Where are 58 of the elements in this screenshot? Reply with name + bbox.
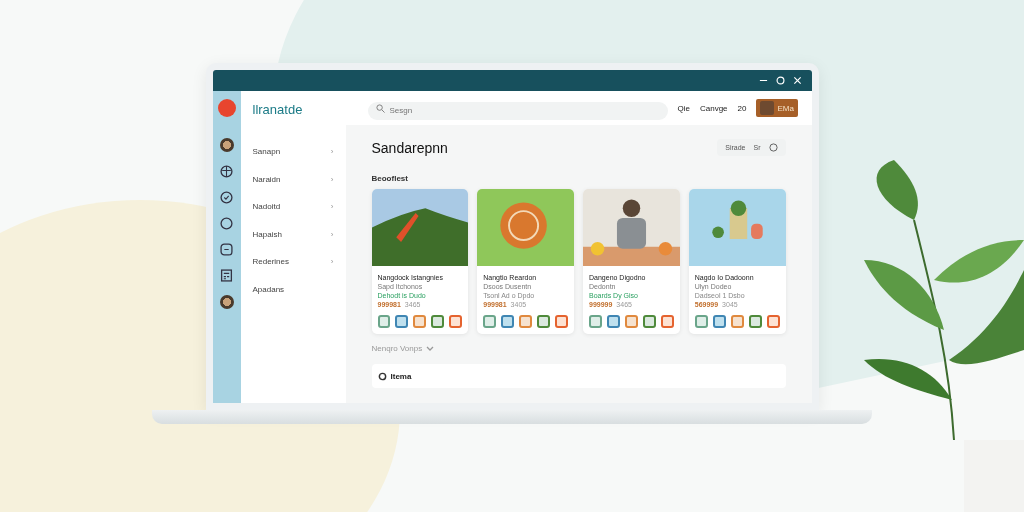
search-field[interactable]: Sesgn <box>367 101 668 120</box>
app-tile-icon[interactable] <box>519 315 533 328</box>
sidebar-item[interactable]: Nadoitd › <box>240 193 346 221</box>
check-circle-icon[interactable] <box>220 191 233 204</box>
chat-icon[interactable] <box>220 243 233 256</box>
sidebar-item-label: Naraidn <box>252 174 281 184</box>
app-tile-icon[interactable] <box>624 315 638 328</box>
app-tile-icon[interactable] <box>377 315 391 328</box>
sidebar-item-label: Sanapn <box>252 147 281 157</box>
app-tile-icon[interactable] <box>730 315 744 328</box>
app-tile-icon[interactable] <box>748 315 762 328</box>
close-icon[interactable] <box>792 76 802 85</box>
app-tile-icon[interactable] <box>712 315 726 328</box>
app-tile-icon[interactable] <box>449 315 463 328</box>
profile-badge[interactable]: EMa <box>756 99 798 117</box>
app-tile-icon[interactable] <box>431 315 445 328</box>
section-title: Beooflest <box>371 174 409 183</box>
app-tile-icon[interactable] <box>537 315 551 328</box>
more-label: Nenqro Vonps <box>371 344 423 353</box>
header-link[interactable]: Qie <box>677 103 690 113</box>
page-title: Sandarepnn <box>371 139 448 156</box>
sidebar-item-label: Rederines <box>252 257 289 267</box>
chevron-icon: › <box>330 229 334 239</box>
app-tile-icon[interactable] <box>501 315 515 328</box>
sidebar-item[interactable]: Naraidn › <box>240 165 346 193</box>
app-tile-icon[interactable] <box>589 315 602 328</box>
circle-icon[interactable] <box>768 143 778 152</box>
sidebar-item-label: Hapaish <box>252 229 282 239</box>
app-tile-icon[interactable] <box>694 315 708 328</box>
app-tile-icon[interactable] <box>483 315 497 328</box>
sidebar-item-label: Apadans <box>252 284 285 294</box>
header-link[interactable]: Canvge <box>699 103 728 113</box>
sidebar-item-label: Nadoitd <box>252 202 281 212</box>
sidebar-item[interactable]: Rederines › <box>240 248 346 276</box>
app-tile-icon[interactable] <box>413 315 427 328</box>
circle-icon[interactable] <box>220 217 233 230</box>
sidebar-item[interactable]: Apadans <box>240 275 346 303</box>
app-tile-icon[interactable] <box>660 315 674 328</box>
sidebar-item[interactable]: Sanapn › <box>240 138 346 166</box>
chevron-down-icon <box>426 345 435 352</box>
app-tile-icon[interactable] <box>555 315 568 328</box>
app-tile-icon[interactable] <box>642 315 656 328</box>
maximize-icon[interactable] <box>775 76 785 85</box>
chevron-icon: › <box>330 147 334 157</box>
calculator-icon[interactable] <box>220 269 233 282</box>
profile-label: EMa <box>777 103 794 113</box>
panel-title: Itema <box>390 371 412 381</box>
header-link[interactable]: 20 <box>737 103 747 113</box>
sidebar-item[interactable]: Hapaish › <box>240 220 346 248</box>
app-tile-icon[interactable] <box>766 315 780 328</box>
chevron-icon: › <box>330 257 334 267</box>
logo-icon <box>217 99 236 117</box>
app-tile-icon[interactable] <box>606 315 620 328</box>
app-logo-text: llranatde <box>251 101 304 119</box>
chevron-icon: › <box>330 174 334 184</box>
globe-icon[interactable] <box>220 165 233 178</box>
chevron-icon: › <box>330 202 334 212</box>
app-tile-icon[interactable] <box>395 315 409 328</box>
